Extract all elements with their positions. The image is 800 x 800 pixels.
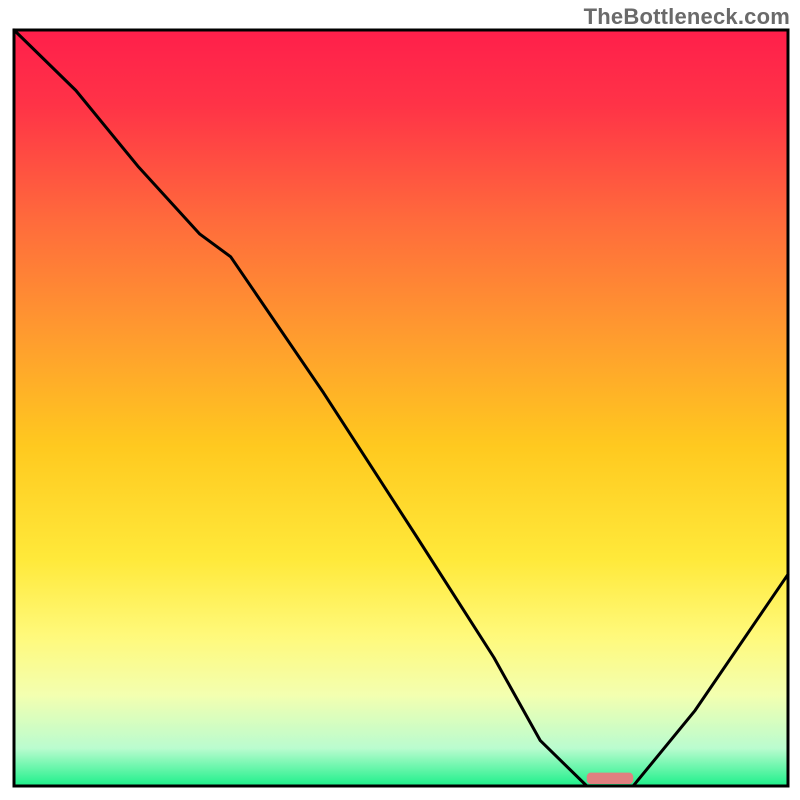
bottleneck-chart [0,0,800,800]
optimal-marker [587,773,633,784]
gradient-background [14,30,788,786]
plot-area [14,30,788,786]
chart-container: TheBottleneck.com [0,0,800,800]
